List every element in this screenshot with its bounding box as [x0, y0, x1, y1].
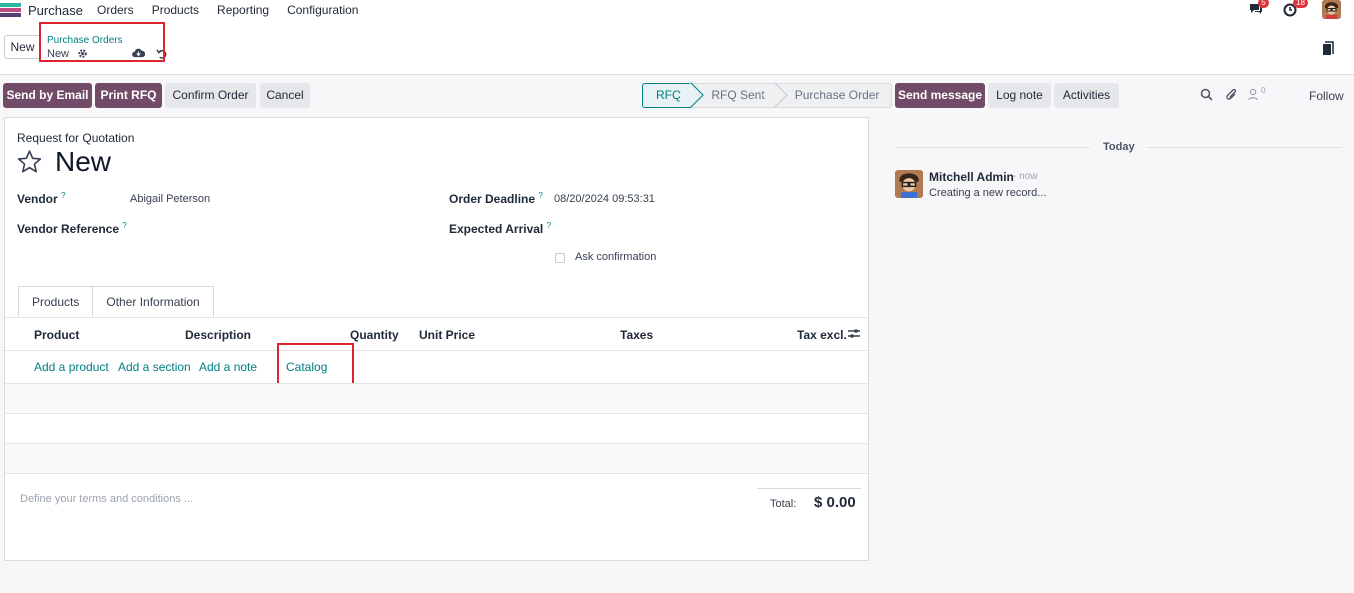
tab-other-information[interactable]: Other Information: [93, 286, 214, 317]
activities-badge: 18: [1293, 0, 1308, 8]
log-note-button[interactable]: Log note: [988, 83, 1051, 108]
ask-confirmation-label: Ask confirmation: [575, 251, 657, 263]
control-panel: New Purchase Orders New: [0, 22, 1354, 75]
message-author[interactable]: Mitchell Admin: [929, 170, 1014, 184]
order-deadline-label: Order Deadline ?: [449, 191, 543, 206]
date-separator-line: [1147, 147, 1342, 148]
column-unit-price[interactable]: Unit Price: [419, 328, 475, 342]
stage-rfq-sent[interactable]: RFQ Sent: [691, 82, 788, 108]
expected-arrival-field[interactable]: [554, 221, 834, 237]
messages-button[interactable]: 5: [1248, 0, 1269, 20]
expected-arrival-label: Expected Arrival ?: [449, 221, 552, 236]
star-icon[interactable]: [16, 149, 43, 175]
messages-badge: 5: [1258, 0, 1269, 8]
activities-button[interactable]: 18: [1283, 0, 1308, 20]
column-description[interactable]: Description: [185, 328, 251, 342]
vendor-label: Vendor ?: [17, 191, 66, 206]
add-product-link[interactable]: Add a product: [34, 360, 109, 374]
total-divider: [757, 488, 861, 489]
bookmark-icon[interactable]: [1322, 41, 1334, 56]
column-product[interactable]: Product: [34, 328, 79, 342]
message-time: - now: [1013, 171, 1038, 182]
tab-products[interactable]: Products: [18, 286, 94, 317]
search-icon[interactable]: [1200, 88, 1213, 101]
app-name[interactable]: Purchase: [28, 3, 83, 18]
notebook-tabs: Products Other Information: [18, 286, 214, 317]
menu-orders[interactable]: Orders: [97, 3, 134, 17]
column-taxes[interactable]: Taxes: [620, 328, 653, 342]
send-message-button[interactable]: Send message: [895, 83, 985, 108]
menu-configuration[interactable]: Configuration: [287, 3, 358, 17]
add-note-link[interactable]: Add a note: [199, 360, 257, 374]
print-rfq-button[interactable]: Print RFQ: [95, 83, 162, 108]
stage-purchase-order[interactable]: Purchase Order: [774, 83, 893, 108]
stage-label: Purchase Order: [794, 88, 880, 102]
menu-products[interactable]: Products: [152, 3, 199, 17]
total-label: Total:: [770, 498, 797, 510]
vendor-reference-label: Vendor Reference ?: [17, 221, 127, 236]
stage-label: RFQ Sent: [711, 88, 765, 102]
stage-rfq[interactable]: RFQ: [642, 82, 705, 108]
vendor-field[interactable]: Abigail Peterson: [130, 193, 210, 205]
column-settings-icon[interactable]: [848, 328, 860, 339]
cancel-button[interactable]: Cancel: [260, 83, 310, 108]
confirm-order-button[interactable]: Confirm Order: [165, 83, 256, 108]
add-section-link[interactable]: Add a section: [118, 360, 191, 374]
top-navbar: Purchase Orders Products Reporting Confi…: [0, 0, 1354, 22]
new-button[interactable]: New: [4, 35, 41, 59]
ask-confirmation-checkbox[interactable]: [555, 253, 565, 263]
order-deadline-field[interactable]: 08/20/2024 09:53:31: [554, 193, 655, 205]
activities-button[interactable]: Activities: [1054, 83, 1119, 108]
followers-icon[interactable]: [1248, 88, 1258, 101]
followers-count: 0: [1261, 86, 1266, 95]
paperclip-icon[interactable]: [1225, 88, 1238, 102]
breadcrumb-highlight-box: [39, 22, 165, 62]
column-tax-excl[interactable]: Tax excl.: [797, 328, 847, 342]
record-title[interactable]: New: [55, 146, 111, 178]
status-bar: RFQ RFQ Sent Purchase Order: [642, 82, 893, 108]
form-sheet: Request for Quotation New Vendor ? Abiga…: [4, 117, 869, 561]
table-header-divider: [5, 350, 868, 351]
user-avatar[interactable]: [1322, 0, 1341, 19]
empty-row: [5, 444, 868, 474]
send-by-email-button[interactable]: Send by Email: [3, 83, 92, 108]
message-author-avatar[interactable]: [895, 170, 923, 198]
date-separator-line: [895, 147, 1090, 148]
terms-conditions-field[interactable]: Define your terms and conditions ...: [20, 493, 193, 505]
main-menu: Orders Products Reporting Configuration: [97, 3, 358, 17]
purchase-app-icon[interactable]: [0, 3, 21, 17]
tabs-divider: [5, 317, 868, 318]
menu-reporting[interactable]: Reporting: [217, 3, 269, 17]
column-quantity[interactable]: Quantity: [350, 328, 399, 342]
vendor-reference-field[interactable]: [130, 221, 410, 237]
form-subtitle: Request for Quotation: [17, 131, 135, 145]
empty-row: [5, 414, 868, 444]
empty-row: [5, 384, 868, 414]
message-body: Creating a new record...: [929, 187, 1047, 199]
follow-button[interactable]: Follow: [1309, 89, 1344, 103]
total-amount: $ 0.00: [814, 494, 856, 511]
date-separator: Today: [1103, 141, 1135, 153]
